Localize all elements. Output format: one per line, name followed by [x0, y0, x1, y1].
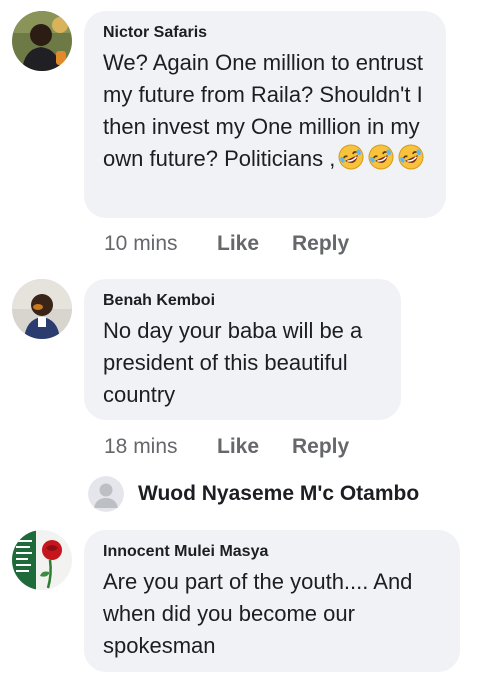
comment-text: Are you part of the youth.... And when d… [103, 569, 413, 658]
comment-actions: 18 mins Like Reply [104, 434, 349, 460]
comment-author[interactable]: Nictor Safaris [103, 23, 428, 43]
comment-timestamp[interactable]: 10 mins [104, 231, 217, 257]
rolling-on-floor-laughing-icon [368, 144, 394, 170]
comment-bubble: Nictor Safaris We? Again One million to … [84, 11, 446, 218]
comment-text: We? Again One million to entrust my futu… [103, 47, 428, 175]
comment-timestamp[interactable]: 18 mins [104, 434, 217, 460]
comment-text: No day your baba will be a president of … [103, 318, 363, 407]
comment-bubble: Benah Kemboi No day your baba will be a … [84, 279, 401, 420]
reply-button[interactable]: Reply [292, 434, 349, 460]
default-avatar-icon [88, 476, 124, 512]
avatar[interactable] [12, 279, 72, 339]
reply-button[interactable]: Reply [292, 231, 349, 257]
like-button[interactable]: Like [217, 231, 292, 257]
comment-actions: 10 mins Like Reply [104, 231, 349, 257]
rolling-on-floor-laughing-icon [398, 144, 424, 170]
like-button[interactable]: Like [217, 434, 292, 460]
comment-author[interactable]: Benah Kemboi [103, 291, 383, 311]
comment-author[interactable]: Innocent Mulei Masya [103, 542, 442, 562]
reply-prompt-name[interactable]: Wuod Nyaseme M'c Otambo [138, 482, 419, 506]
avatar[interactable] [12, 11, 72, 71]
emoji-group [338, 144, 424, 170]
avatar[interactable] [12, 530, 72, 590]
rolling-on-floor-laughing-icon [338, 144, 364, 170]
comment-bubble: Innocent Mulei Masya Are you part of the… [84, 530, 460, 672]
reply-prompt[interactable]: Wuod Nyaseme M'c Otambo [88, 476, 419, 512]
